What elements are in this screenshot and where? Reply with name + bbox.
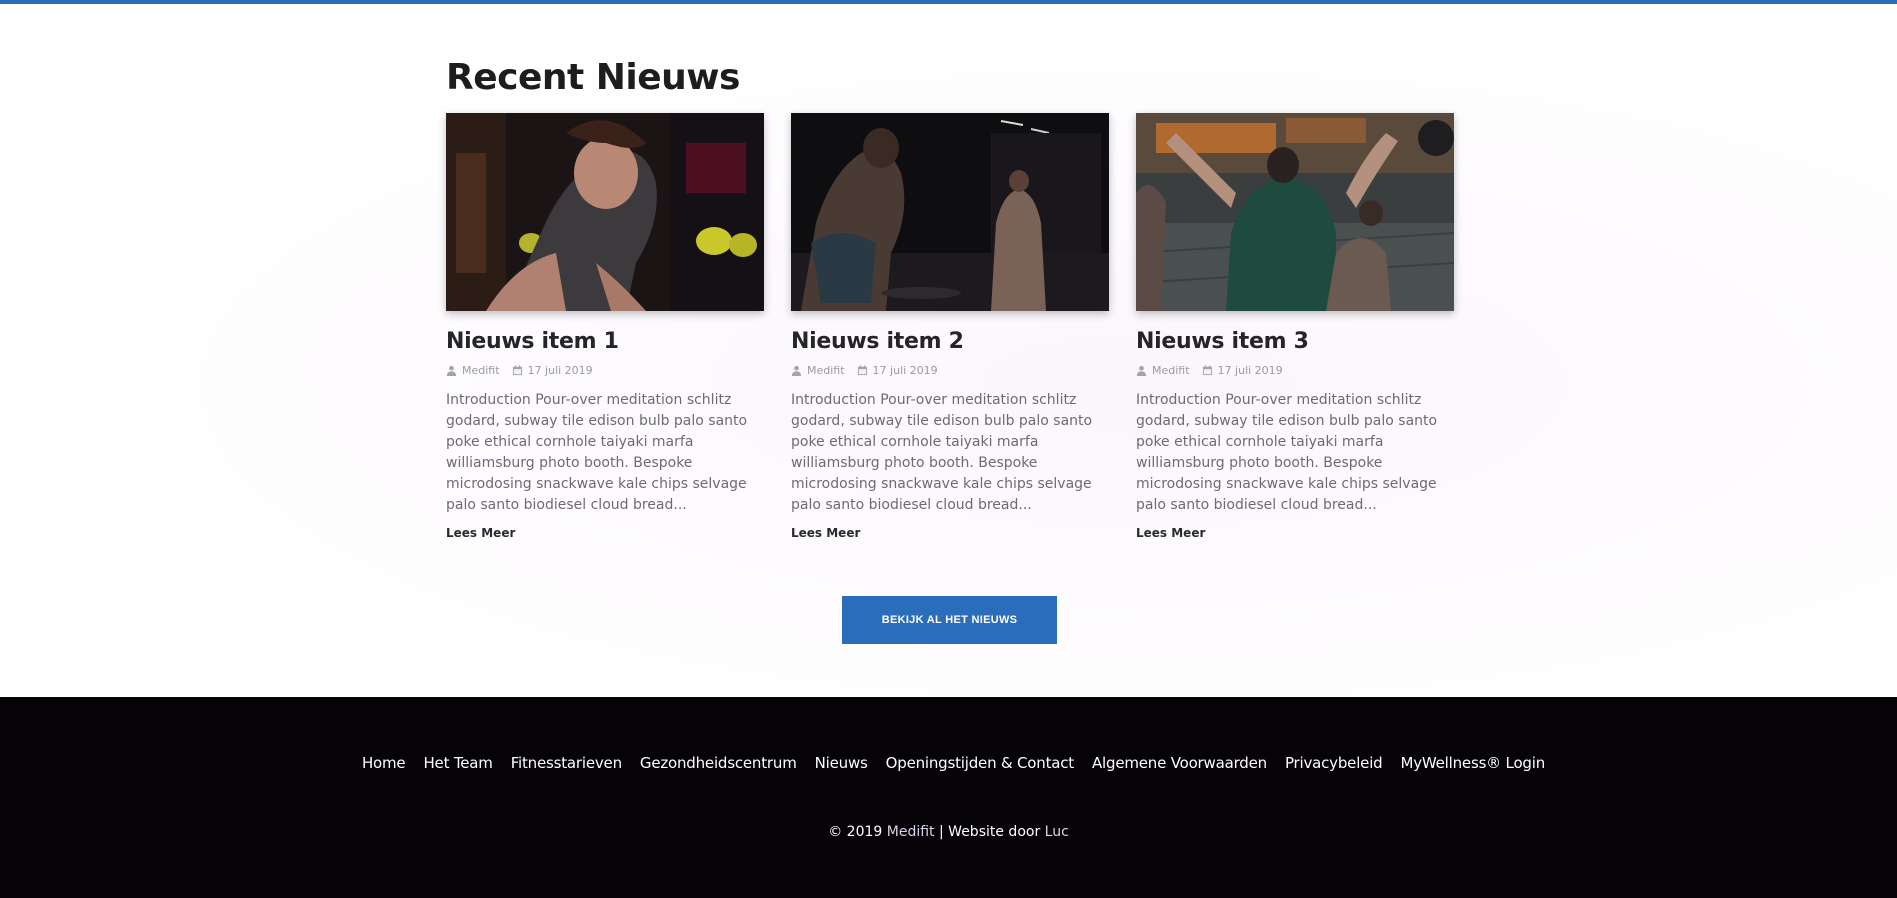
footer-link-algemene-voorwaarden[interactable]: Algemene Voorwaarden: [1092, 754, 1267, 772]
news-meta: Medifit 17 juli 2019: [446, 362, 764, 378]
men-training-dark-gym-photo: [791, 113, 1109, 311]
brand-link[interactable]: Medifit: [887, 824, 935, 840]
news-title[interactable]: Nieuws item 1: [446, 328, 764, 356]
footer-link-openingstijden-contact[interactable]: Openingstijden & Contact: [886, 754, 1075, 772]
group-workout-gym-photo: [1136, 113, 1454, 311]
user-icon: [446, 365, 457, 376]
news-container: Recent Nieuws Nieuws item 1 Medifit 17 j…: [446, 54, 1456, 540]
news-title[interactable]: Nieuws item 3: [1136, 328, 1454, 356]
news-meta: Medifit 17 juli 2019: [1136, 362, 1454, 378]
recent-news-section: Recent Nieuws Nieuws item 1 Medifit 17 j…: [0, 4, 1897, 697]
copyright: © 2019 Medifit | Website door Luc: [0, 824, 1897, 840]
read-more-link[interactable]: Lees Meer: [446, 526, 515, 540]
footer-link-gezondheidscentrum[interactable]: Gezondheidscentrum: [640, 754, 797, 772]
news-date: 17 juli 2019: [1217, 363, 1283, 377]
calendar-icon: [857, 364, 867, 375]
user-icon: [791, 365, 802, 376]
footer-link-privacybeleid[interactable]: Privacybeleid: [1285, 754, 1383, 772]
news-card: Nieuws item 1 Medifit 17 juli 2019 Intro…: [446, 113, 764, 541]
news-date: 17 juli 2019: [872, 363, 938, 377]
user-icon: [1136, 365, 1147, 376]
news-author[interactable]: Medifit: [807, 364, 845, 377]
footer-link-fitnesstarieven[interactable]: Fitnesstarieven: [511, 754, 622, 772]
copyright-prefix: © 2019: [828, 824, 883, 840]
footer-link-mywellness-login[interactable]: MyWellness® Login: [1400, 754, 1545, 772]
copyright-separator: | Website door: [939, 824, 1041, 840]
footer-nav: Home Het Team Fitnesstarieven Gezondheid…: [0, 754, 1897, 772]
calendar-icon: [512, 364, 522, 375]
news-excerpt: Introduction Pour-over meditation schlit…: [791, 392, 1093, 513]
read-more-link[interactable]: Lees Meer: [1136, 526, 1205, 540]
news-author[interactable]: Medifit: [1152, 364, 1190, 377]
news-meta: Medifit 17 juli 2019: [791, 362, 1109, 378]
news-cards: Nieuws item 1 Medifit 17 juli 2019 Intro…: [446, 113, 1456, 540]
footer-link-nieuws[interactable]: Nieuws: [815, 754, 868, 772]
view-all-news-button[interactable]: Bekijk al het nieuws: [842, 596, 1057, 644]
news-image-link[interactable]: [791, 113, 1109, 311]
news-date: 17 juli 2019: [527, 363, 593, 377]
calendar-icon: [1202, 364, 1212, 375]
news-excerpt: Introduction Pour-over meditation schlit…: [1136, 392, 1438, 513]
woman-stretching-gym-photo: [446, 113, 764, 311]
news-image-link[interactable]: [446, 113, 764, 311]
news-image-link[interactable]: [1136, 113, 1454, 311]
read-more-link[interactable]: Lees Meer: [791, 526, 860, 540]
news-card: Nieuws item 2 Medifit 17 juli 2019 Intro…: [791, 113, 1109, 541]
site-footer: Home Het Team Fitnesstarieven Gezondheid…: [0, 697, 1897, 898]
section-title: Recent Nieuws: [446, 57, 740, 98]
news-author[interactable]: Medifit: [462, 364, 500, 377]
news-title[interactable]: Nieuws item 2: [791, 328, 1109, 356]
news-card: Nieuws item 3 Medifit 17 juli 2019 Intro…: [1136, 113, 1454, 541]
news-excerpt: Introduction Pour-over meditation schlit…: [446, 392, 748, 513]
footer-link-het-team[interactable]: Het Team: [423, 754, 492, 772]
author-link[interactable]: Luc: [1045, 824, 1069, 840]
footer-link-home[interactable]: Home: [362, 754, 406, 772]
